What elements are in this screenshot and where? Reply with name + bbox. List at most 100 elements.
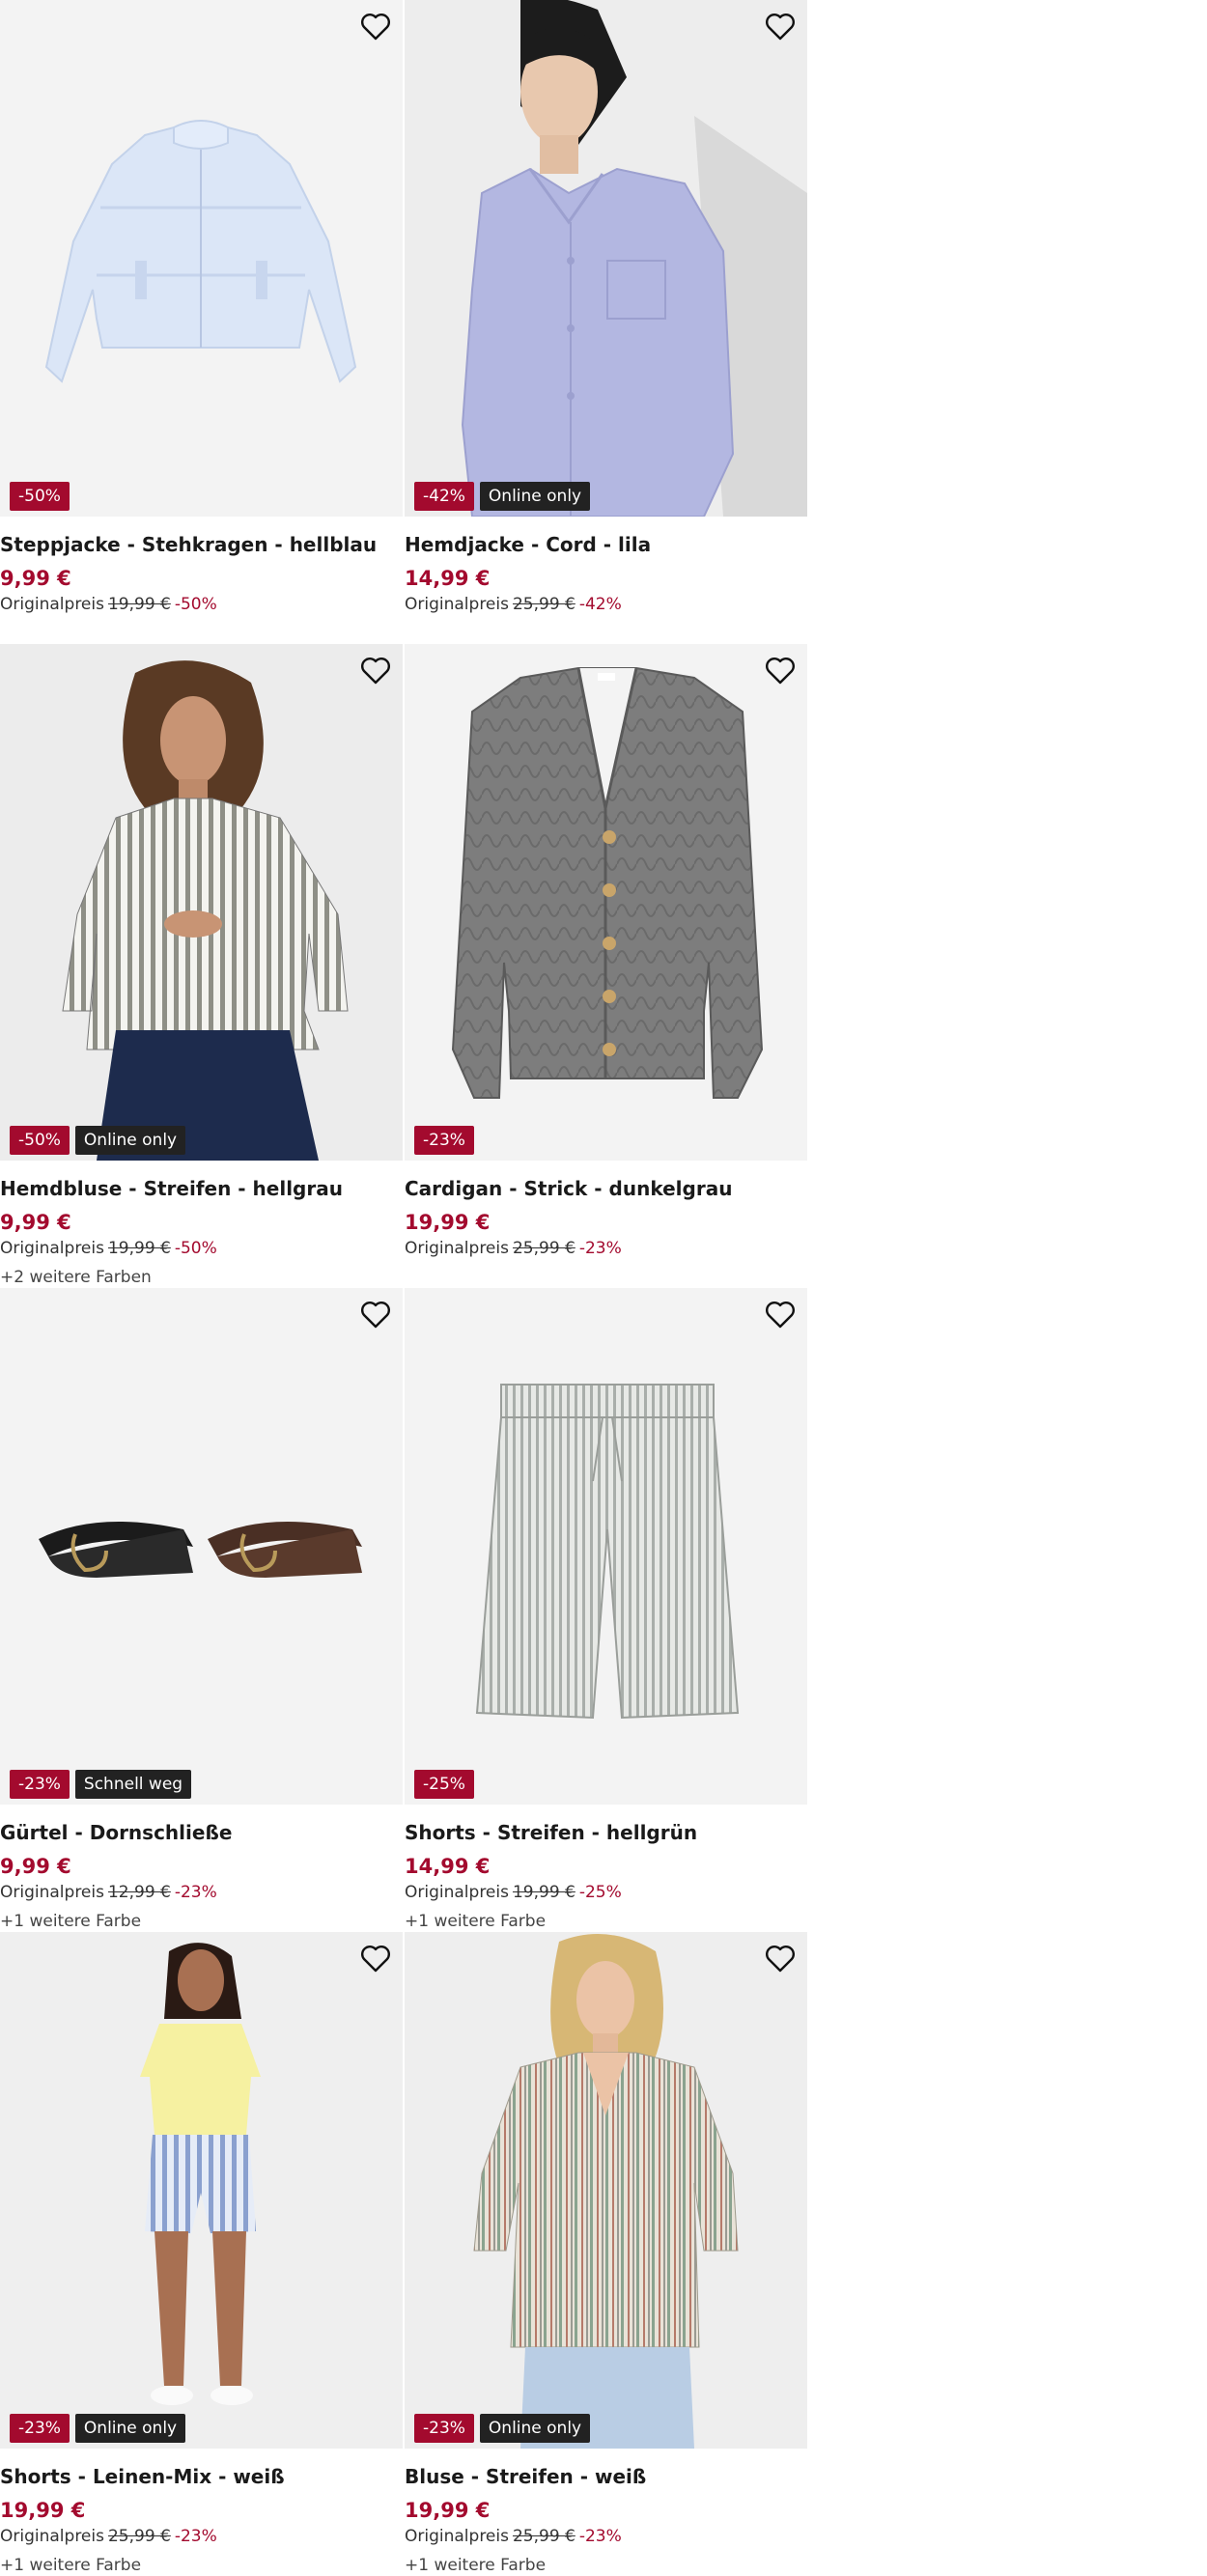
badge-group: -42% Online only	[414, 482, 591, 511]
online-only-badge: Online only	[479, 2414, 591, 2443]
product-image[interactable]: -42% Online only	[405, 0, 807, 517]
original-price-line: Originalpreis 19,99 € -50%	[0, 594, 403, 615]
original-price: 19,99 €	[107, 595, 171, 614]
puffer-jacket-image	[0, 0, 403, 517]
product-info: Shorts - Leinen-Mix - weiß 19,99 € Origi…	[0, 2449, 403, 2576]
discount-percent: -23%	[174, 2527, 217, 2546]
discount-badge: -23%	[414, 2414, 474, 2443]
product-title[interactable]: Gürtel - Dornschließe	[0, 1820, 403, 1845]
discount-percent: -23%	[578, 1239, 622, 1258]
discount-percent: -50%	[174, 595, 217, 614]
original-price-line: Originalpreis 25,99 € -42%	[405, 594, 807, 615]
more-colors-link[interactable]: +2 weitere Farben	[0, 1267, 403, 1288]
original-price-label: Originalpreis	[405, 1883, 509, 1902]
product-card[interactable]: -23% Schnell weg Gürtel - Dornschließe 9…	[0, 1288, 403, 1932]
original-price-line: Originalpreis 25,99 € -23%	[405, 1238, 807, 1259]
product-price: 14,99 €	[405, 567, 491, 590]
original-price-label: Originalpreis	[0, 2527, 104, 2546]
discount-badge: -23%	[414, 1126, 474, 1155]
wishlist-heart-icon[interactable]	[358, 10, 393, 44]
online-only-badge: Online only	[74, 2414, 186, 2443]
badge-group: -50%	[10, 482, 70, 511]
original-price-label: Originalpreis	[0, 595, 104, 614]
badge-group: -23%	[414, 1126, 474, 1155]
discount-percent: -25%	[578, 1883, 622, 1902]
product-card[interactable]: -25% Shorts - Streifen - hellgrün 14,99 …	[405, 1288, 807, 1932]
discount-percent: -23%	[174, 1883, 217, 1902]
discount-badge: -23%	[10, 1770, 70, 1799]
product-title[interactable]: Cardigan - Strick - dunkelgrau	[405, 1176, 807, 1201]
wishlist-heart-icon[interactable]	[358, 1942, 393, 1976]
more-colors-link[interactable]: +1 weitere Farbe	[405, 1911, 807, 1932]
original-price-line: Originalpreis 25,99 € -23%	[405, 2526, 807, 2547]
product-title[interactable]: Shorts - Leinen-Mix - weiß	[0, 2464, 403, 2489]
model-striped-blouse-white-image	[405, 1932, 807, 2449]
product-card[interactable]: -50% Steppjacke - Stehkragen - hellblau …	[0, 0, 403, 644]
product-card[interactable]: -23% Online only Shorts - Leinen-Mix - w…	[0, 1932, 403, 2576]
original-price-line: Originalpreis 12,99 € -23%	[0, 1882, 403, 1903]
product-grid: -50% Steppjacke - Stehkragen - hellblau …	[0, 0, 807, 2576]
striped-shorts-image	[405, 1288, 807, 1805]
more-colors-link[interactable]: +1 weitere Farbe	[0, 1911, 403, 1932]
badge-group: -23% Online only	[414, 2414, 591, 2443]
product-title[interactable]: Steppjacke - Stehkragen - hellblau	[0, 532, 403, 557]
product-listing-page: -50% Steppjacke - Stehkragen - hellblau …	[0, 0, 1207, 2576]
discount-percent: -50%	[174, 1239, 217, 1258]
discount-badge: -23%	[10, 2414, 70, 2443]
product-image[interactable]: -23% Schnell weg	[0, 1288, 403, 1805]
more-colors-link[interactable]: +1 weitere Farbe	[405, 2555, 807, 2576]
cardigan-image	[405, 644, 807, 1161]
product-image[interactable]: -25%	[405, 1288, 807, 1805]
product-image[interactable]: -23% Online only	[0, 1932, 403, 2449]
product-title[interactable]: Hemdjacke - Cord - lila	[405, 532, 807, 557]
original-price-line: Originalpreis 19,99 € -25%	[405, 1882, 807, 1903]
wishlist-heart-icon[interactable]	[763, 654, 798, 688]
product-price: 9,99 €	[0, 1855, 71, 1878]
wishlist-heart-icon[interactable]	[358, 654, 393, 688]
product-title[interactable]: Hemdbluse - Streifen - hellgrau	[0, 1176, 403, 1201]
badge-group: -23% Schnell weg	[10, 1770, 192, 1799]
product-card[interactable]: -23% Cardigan - Strick - dunkelgrau 19,9…	[405, 644, 807, 1288]
product-image[interactable]: -50% Online only	[0, 644, 403, 1161]
badge-group: -25%	[414, 1770, 474, 1799]
product-title[interactable]: Shorts - Streifen - hellgrün	[405, 1820, 807, 1845]
original-price-label: Originalpreis	[0, 1239, 104, 1258]
wishlist-heart-icon[interactable]	[358, 1298, 393, 1332]
original-price: 25,99 €	[107, 2527, 171, 2546]
product-price: 19,99 €	[405, 2499, 491, 2522]
product-card[interactable]: -42% Online only Hemdjacke - Cord - lila…	[405, 0, 807, 644]
discount-badge: -50%	[10, 482, 70, 511]
product-price: 19,99 €	[405, 1211, 491, 1234]
original-price-label: Originalpreis	[405, 595, 509, 614]
original-price: 19,99 €	[107, 1239, 171, 1258]
product-price: 14,99 €	[405, 1855, 491, 1878]
product-image[interactable]: -23% Online only	[405, 1932, 807, 2449]
belts-image	[0, 1288, 403, 1805]
original-price: 19,99 €	[512, 1883, 575, 1902]
schnell-weg-badge: Schnell weg	[74, 1770, 192, 1799]
more-colors-link[interactable]: +1 weitere Farbe	[0, 2555, 403, 2576]
product-info: Steppjacke - Stehkragen - hellblau 9,99 …	[0, 517, 403, 615]
wishlist-heart-icon[interactable]	[763, 10, 798, 44]
product-card[interactable]: -23% Online only Bluse - Streifen - weiß…	[405, 1932, 807, 2576]
product-card[interactable]: -50% Online only Hemdbluse - Streifen - …	[0, 644, 403, 1288]
online-only-badge: Online only	[74, 1126, 186, 1155]
original-price: 25,99 €	[512, 595, 575, 614]
discount-badge: -42%	[414, 482, 474, 511]
product-price: 9,99 €	[0, 1211, 71, 1234]
model-linen-shorts-image	[0, 1932, 403, 2449]
original-price: 25,99 €	[512, 2527, 575, 2546]
discount-badge: -50%	[10, 1126, 70, 1155]
product-info: Cardigan - Strick - dunkelgrau 19,99 € O…	[405, 1161, 807, 1259]
product-info: Bluse - Streifen - weiß 19,99 € Original…	[405, 2449, 807, 2576]
product-image[interactable]: -50%	[0, 0, 403, 517]
product-image[interactable]: -23%	[405, 644, 807, 1161]
model-striped-blouse-image	[0, 644, 403, 1161]
wishlist-heart-icon[interactable]	[763, 1942, 798, 1976]
discount-percent: -42%	[578, 595, 622, 614]
wishlist-heart-icon[interactable]	[763, 1298, 798, 1332]
discount-percent: -23%	[578, 2527, 622, 2546]
product-title[interactable]: Bluse - Streifen - weiß	[405, 2464, 807, 2489]
product-info: Gürtel - Dornschließe 9,99 € Originalpre…	[0, 1805, 403, 1932]
product-info: Shorts - Streifen - hellgrün 14,99 € Ori…	[405, 1805, 807, 1932]
